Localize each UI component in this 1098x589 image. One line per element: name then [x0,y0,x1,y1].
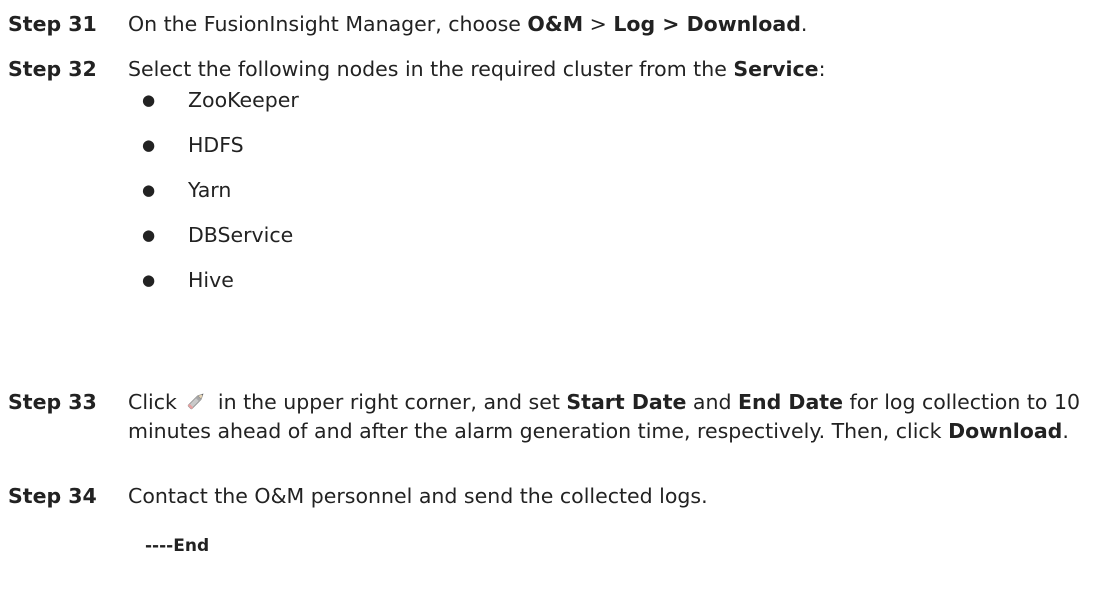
list-item-text: HDFS [188,133,244,157]
step-text-part: . [1062,419,1069,443]
step-text: On the FusionInsight Manager, choose O&M… [128,10,1084,39]
download-term: Download [948,419,1063,443]
step-text-part: Select the following nodes in the requir… [128,57,734,81]
start-date-term: Start Date [566,390,687,414]
bullet: ● [142,91,156,109]
step-text-part: and [686,390,739,414]
list-item-text: DBService [188,223,294,247]
end-marker: ----End [145,536,210,556]
bullet: ● [142,181,156,199]
step-text: Contact the O&M personnel and send the c… [128,484,708,508]
step-label: Step 33 [8,390,97,414]
step-31: Step 31 On the FusionInsight Manager, ch… [8,10,1084,39]
menu-log-download: Log > Download [613,12,801,36]
list-item: ● Yarn [142,176,299,221]
pencil-icon [185,390,207,412]
step-text-part: . [800,12,808,36]
step-label: Step 34 [8,484,97,508]
step-text: Select the following nodes in the requir… [128,55,1084,84]
service-term: Service [733,57,819,81]
list-item: ● HDFS [142,131,299,176]
step-34: Step 34 Contact the O&M personnel and se… [8,482,1084,511]
list-item-text: ZooKeeper [188,88,299,112]
step-label: Step 32 [8,57,97,81]
list-item-text: Hive [188,268,234,292]
bullet: ● [142,226,156,244]
step-text: Click in the upper right corner, and set… [128,388,1084,446]
step-text-part: in the upper right corner, and set [211,390,567,414]
service-node-list: ● ZooKeeper ● HDFS ● Yarn ● DBService ● Hive [142,86,299,311]
step-text-part: Click [128,390,184,414]
bullet: ● [142,271,156,289]
step-label: Step 31 [8,12,97,36]
step-text-part: On the FusionInsight Manager, choose [128,12,528,36]
step-33: Step 33 Click in the upper right corner,… [8,388,1084,446]
list-item: ● DBService [142,221,299,266]
menu-separator: > [583,12,614,36]
list-item: ● Hive [142,266,299,311]
list-item-text: Yarn [188,178,232,202]
end-date-term: End Date [738,390,843,414]
list-item: ● ZooKeeper [142,86,299,131]
bullet: ● [142,136,156,154]
step-text-part: : [818,57,826,81]
step-32: Step 32 Select the following nodes in th… [8,55,1084,84]
menu-om: O&M [527,12,584,36]
